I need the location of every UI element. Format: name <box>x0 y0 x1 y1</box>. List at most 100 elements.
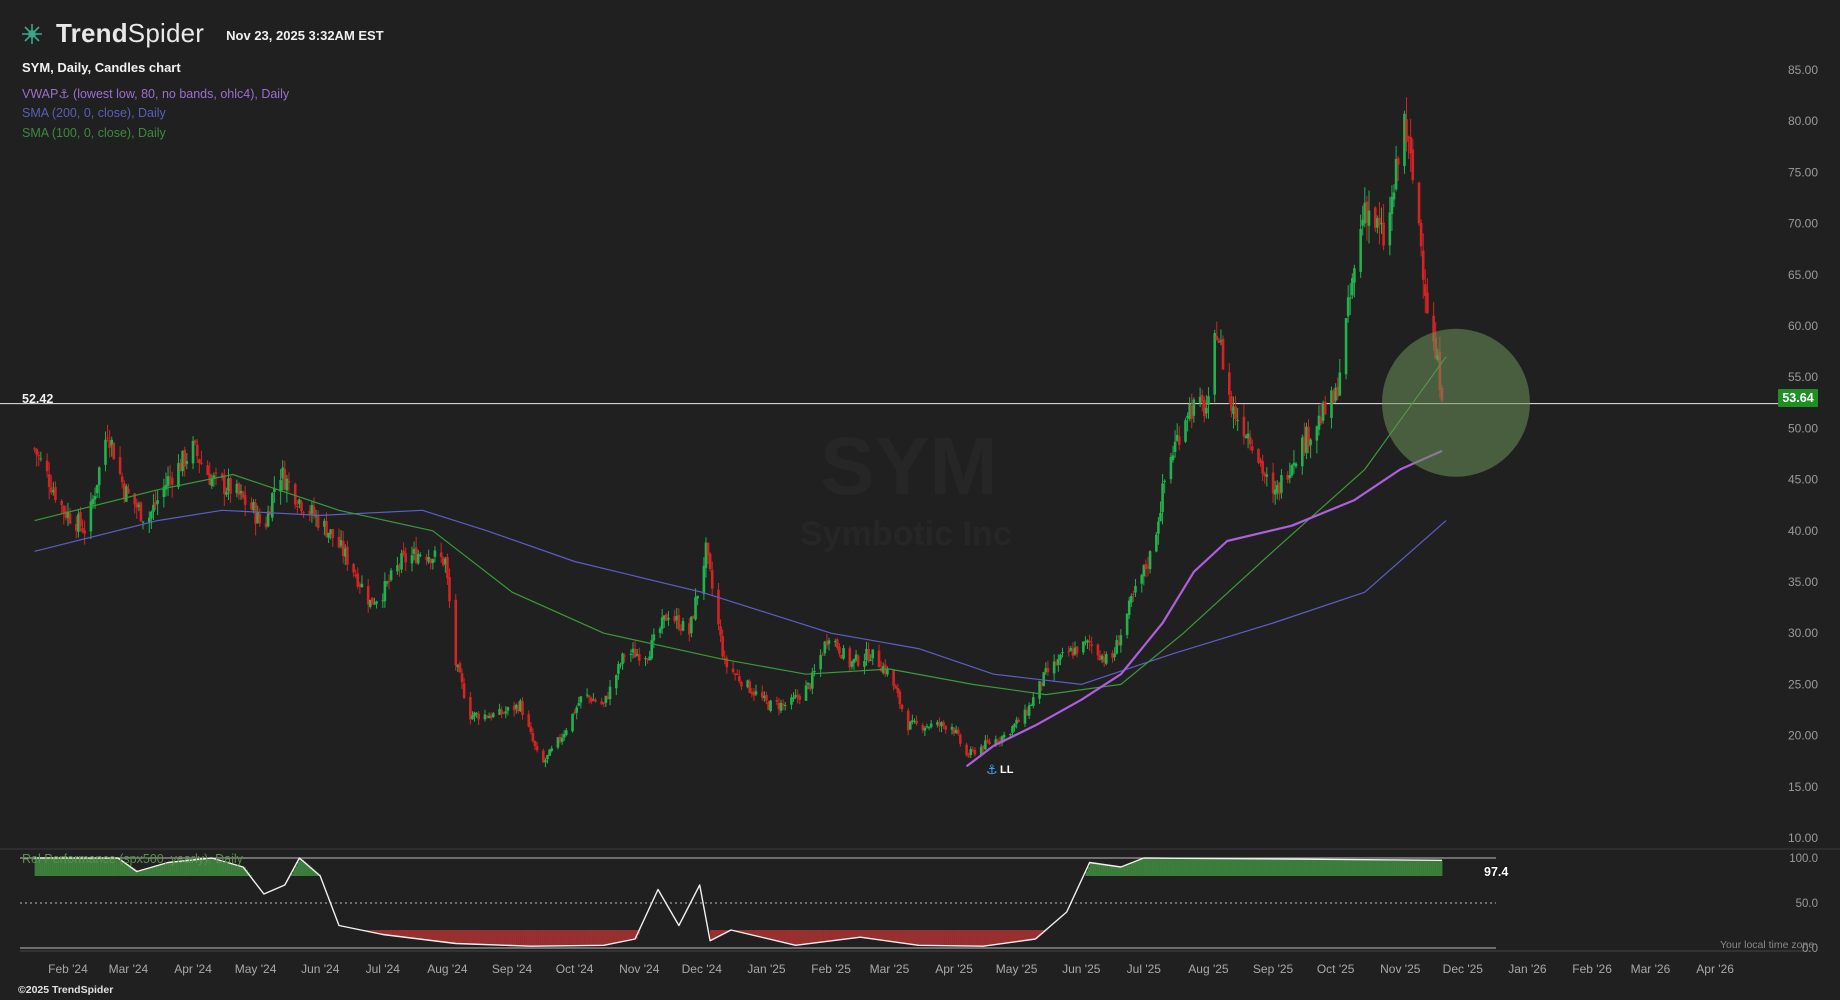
sma100-legend[interactable]: SMA (100, 0, close), Daily <box>22 126 166 140</box>
candle-up <box>1161 483 1164 512</box>
candle-down <box>708 553 712 570</box>
price-tick-label: 70.00 <box>1788 217 1818 231</box>
candle-down <box>462 683 466 699</box>
candle-up <box>690 616 693 634</box>
candle-up <box>694 597 697 620</box>
candle-up <box>1290 465 1294 476</box>
price-tick-label: 40.00 <box>1788 524 1818 538</box>
candle-up <box>842 647 845 659</box>
x-tick-label: Jun '25 <box>1062 962 1101 976</box>
candle-up <box>191 440 195 464</box>
candle-down <box>45 460 49 472</box>
candle-down <box>965 744 968 756</box>
x-tick-label: Jun '24 <box>301 962 340 976</box>
x-tick-label: Feb '24 <box>48 962 88 976</box>
price-tick-label: 20.00 <box>1788 729 1818 743</box>
candle-up <box>373 603 376 605</box>
candle-down <box>229 477 232 494</box>
candle-up <box>1338 372 1342 396</box>
x-tick-label: Aug '25 <box>1188 962 1229 976</box>
candle-up <box>410 555 414 564</box>
relperf-tick-label: 50.0 <box>1796 898 1818 910</box>
candle-up <box>360 583 364 588</box>
candle-down <box>448 577 451 602</box>
candle-down <box>446 557 449 579</box>
candle-up <box>1125 613 1129 635</box>
price-tick-label: 85.00 <box>1788 63 1818 77</box>
candle-down <box>1426 292 1429 313</box>
candle-up <box>577 703 581 706</box>
candle-down <box>460 673 464 683</box>
candle-down <box>986 739 989 742</box>
candle-up <box>619 664 622 666</box>
candle-up <box>385 581 389 584</box>
candle-down <box>346 546 349 565</box>
candle-up <box>147 517 151 523</box>
candle-up <box>804 685 808 701</box>
candle-up <box>560 737 564 743</box>
candle-up <box>1348 297 1352 299</box>
candle-down <box>1261 461 1264 474</box>
candle-down <box>594 699 597 702</box>
price-tick-label: 25.00 <box>1788 677 1818 691</box>
x-tick-label: Jul '25 <box>1127 962 1162 976</box>
candle-down <box>54 487 57 500</box>
sma200-legend[interactable]: SMA (200, 0, close), Daily <box>22 106 166 120</box>
candle-up <box>617 664 620 674</box>
x-tick-label: Mar '26 <box>1631 962 1671 976</box>
candle-up <box>1130 596 1133 603</box>
candle-down <box>533 740 537 746</box>
candle-up <box>644 658 647 660</box>
x-tick-label: Dec '24 <box>682 962 723 976</box>
candle-down <box>195 444 199 457</box>
relperf-fill-strong <box>1439 860 1443 876</box>
candle-down <box>258 514 262 524</box>
candle-down <box>404 553 408 563</box>
candle-down <box>706 542 710 555</box>
candle-up <box>156 500 159 504</box>
candle-up <box>1155 534 1158 552</box>
vwap-legend[interactable]: VWAP⚓ (lowest low, 80, no bands, ohlc4),… <box>22 86 289 101</box>
price-tick-label: 30.00 <box>1788 626 1818 640</box>
candle-down <box>168 476 172 478</box>
x-tick-label: May '25 <box>996 962 1038 976</box>
candle-down <box>170 477 174 485</box>
candle-up <box>93 496 97 500</box>
candle-down <box>956 729 960 734</box>
candle-up <box>908 721 912 730</box>
candle-up <box>615 675 618 689</box>
candle-up <box>1119 635 1123 646</box>
candle-up <box>1344 318 1348 375</box>
x-tick-label: Apr '26 <box>1696 962 1734 976</box>
candle-down <box>892 669 895 686</box>
candle-up <box>1213 333 1217 395</box>
price-tick-label: 35.00 <box>1788 575 1818 589</box>
candle-up <box>166 476 170 486</box>
candle-down <box>331 529 335 539</box>
candle-up <box>150 511 153 519</box>
x-tick-label: Nov '25 <box>1380 962 1421 976</box>
candle-up <box>792 697 795 700</box>
candle-up <box>491 713 495 717</box>
candle-down <box>1075 646 1079 654</box>
highlight-circle <box>1381 328 1530 477</box>
candle-down <box>900 704 904 710</box>
candle-down <box>898 691 902 705</box>
price-tick-label: 10.00 <box>1788 831 1818 845</box>
candle-up <box>1392 192 1396 200</box>
candle-down <box>296 506 299 508</box>
candle-up <box>1192 399 1196 416</box>
candle-up <box>95 484 99 494</box>
candle-down <box>781 703 785 705</box>
candle-up <box>433 550 437 557</box>
x-tick-label: Dec '25 <box>1443 962 1484 976</box>
relperf-legend[interactable]: Rel Performance (spx500, yearly), Daily <box>22 852 243 866</box>
candle-up <box>650 639 654 659</box>
x-tick-label: Oct '24 <box>556 962 594 976</box>
x-tick-label: Feb '25 <box>811 962 851 976</box>
relperf-tick-label: 100.0 <box>1789 853 1818 865</box>
candle-up <box>285 478 289 491</box>
candle-down <box>967 755 970 757</box>
candle-down <box>731 668 735 673</box>
candle-down <box>316 515 320 528</box>
